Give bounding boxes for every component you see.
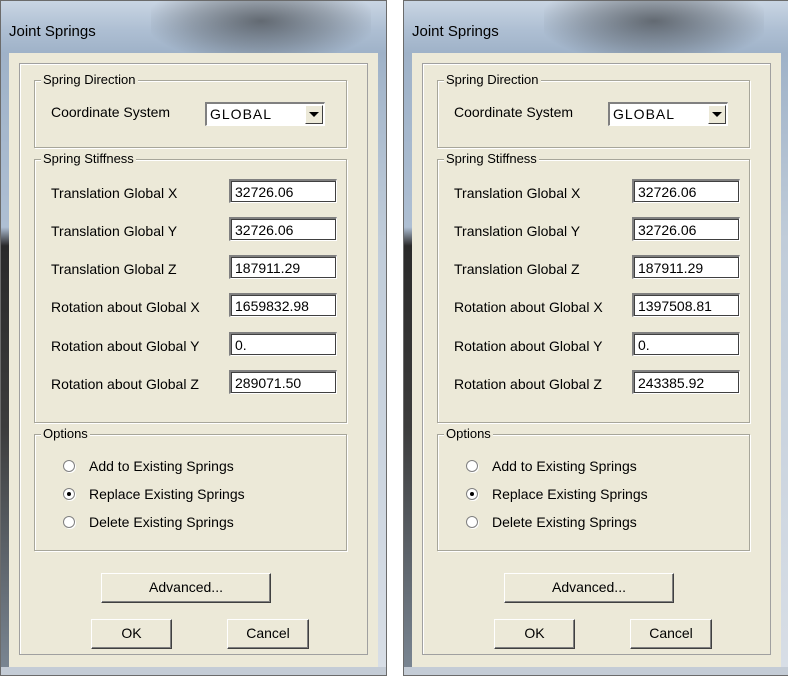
coordinate-system-value: GLOBAL xyxy=(613,106,676,122)
stiffness-label-u2: Translation Global Y xyxy=(454,223,581,239)
window-frame-right xyxy=(378,53,386,675)
stiffness-field-r1[interactable]: 1397508.81 xyxy=(632,293,740,317)
title-bar: Joint Springs xyxy=(404,1,788,53)
options-group: Options Add to Existing Springs Replace … xyxy=(34,426,347,551)
joint-springs-dialog-1: Joint Springs Spring Direction Coordinat… xyxy=(0,0,387,676)
stiffness-label-r2: Rotation about Global Y xyxy=(51,338,200,354)
spring-stiffness-legend: Spring Stiffness xyxy=(444,151,539,167)
stiffness-field-u2[interactable]: 32726.06 xyxy=(632,217,740,241)
spring-direction-group: Spring Direction Coordinate System GLOBA… xyxy=(437,72,750,148)
stiffness-field-r2[interactable]: 0. xyxy=(632,332,740,356)
radio-button-icon[interactable] xyxy=(63,516,75,528)
ok-button[interactable]: OK xyxy=(494,619,575,649)
radio-label: Add to Existing Springs xyxy=(492,458,637,474)
stiffness-label-r2: Rotation about Global Y xyxy=(454,338,603,354)
radio-label: Replace Existing Springs xyxy=(492,486,648,502)
stiffness-field-u1[interactable]: 32726.06 xyxy=(229,179,337,203)
stiffness-label-u1: Translation Global X xyxy=(454,185,581,201)
window-frame-left xyxy=(1,53,9,675)
stiffness-label-r3: Rotation about Global Z xyxy=(454,376,602,392)
spring-direction-legend: Spring Direction xyxy=(444,72,541,88)
stiffness-label-u1: Translation Global X xyxy=(51,185,178,201)
stiffness-label-u2: Translation Global Y xyxy=(51,223,178,239)
stiffness-field-r3[interactable]: 289071.50 xyxy=(229,370,337,394)
radio-delete-existing[interactable]: Delete Existing Springs xyxy=(63,512,234,532)
stiffness-field-r2[interactable]: 0. xyxy=(229,332,337,356)
dialog-client-area: Spring Direction Coordinate System GLOBA… xyxy=(412,53,781,667)
stiffness-field-r3[interactable]: 243385.92 xyxy=(632,370,740,394)
window-frame-right xyxy=(781,53,788,675)
radio-label: Replace Existing Springs xyxy=(89,486,245,502)
radio-add-existing[interactable]: Add to Existing Springs xyxy=(63,456,234,476)
dialog-client-area: Spring Direction Coordinate System GLOBA… xyxy=(9,53,378,667)
window-frame-bottom xyxy=(404,667,788,675)
advanced-button[interactable]: Advanced... xyxy=(101,573,271,603)
coordinate-system-select[interactable]: GLOBAL xyxy=(205,102,325,126)
stiffness-label-r3: Rotation about Global Z xyxy=(51,376,199,392)
radio-button-icon[interactable] xyxy=(63,488,75,500)
advanced-button[interactable]: Advanced... xyxy=(504,573,674,603)
spring-stiffness-group: Spring Stiffness Translation Global X 32… xyxy=(437,151,750,423)
options-legend: Options xyxy=(41,426,90,442)
stiffness-field-u1[interactable]: 32726.06 xyxy=(632,179,740,203)
spring-direction-group: Spring Direction Coordinate System GLOBA… xyxy=(34,72,347,148)
chevron-down-icon[interactable] xyxy=(305,105,323,124)
stiffness-label-u3: Translation Global Z xyxy=(51,261,177,277)
radio-replace-existing[interactable]: Replace Existing Springs xyxy=(466,484,648,504)
dialog-title: Joint Springs xyxy=(412,23,499,40)
cancel-button[interactable]: Cancel xyxy=(227,619,309,649)
radio-label: Delete Existing Springs xyxy=(89,514,234,530)
stiffness-label-r1: Rotation about Global X xyxy=(454,299,603,315)
window-frame-left xyxy=(404,53,412,675)
dialog-title: Joint Springs xyxy=(9,23,96,40)
radio-button-icon[interactable] xyxy=(466,460,478,472)
stiffness-field-u2[interactable]: 32726.06 xyxy=(229,217,337,241)
stiffness-field-r1[interactable]: 1659832.98 xyxy=(229,293,337,317)
window-frame-bottom xyxy=(1,667,386,675)
joint-springs-dialog-2: Joint Springs Spring Direction Coordinat… xyxy=(403,0,788,676)
spring-stiffness-legend: Spring Stiffness xyxy=(41,151,136,167)
radio-button-icon[interactable] xyxy=(63,460,75,472)
spring-stiffness-group: Spring Stiffness Translation Global X 32… xyxy=(34,151,347,423)
coordinate-system-label: Coordinate System xyxy=(454,104,574,120)
radio-replace-existing[interactable]: Replace Existing Springs xyxy=(63,484,245,504)
radio-label: Delete Existing Springs xyxy=(492,514,637,530)
stiffness-field-u3[interactable]: 187911.29 xyxy=(229,255,337,279)
radio-label: Add to Existing Springs xyxy=(89,458,234,474)
radio-delete-existing[interactable]: Delete Existing Springs xyxy=(466,512,637,532)
spring-direction-legend: Spring Direction xyxy=(41,72,138,88)
title-bar-glow xyxy=(151,1,371,53)
options-legend: Options xyxy=(444,426,493,442)
options-group: Options Add to Existing Springs Replace … xyxy=(437,426,750,551)
cancel-button[interactable]: Cancel xyxy=(630,619,712,649)
title-bar: Joint Springs xyxy=(1,1,386,53)
stiffness-label-r1: Rotation about Global X xyxy=(51,299,200,315)
coordinate-system-label: Coordinate System xyxy=(51,104,171,120)
coordinate-system-value: GLOBAL xyxy=(210,106,273,122)
ok-button[interactable]: OK xyxy=(91,619,172,649)
radio-button-icon[interactable] xyxy=(466,488,478,500)
stiffness-label-u3: Translation Global Z xyxy=(454,261,580,277)
stiffness-field-u3[interactable]: 187911.29 xyxy=(632,255,740,279)
radio-add-existing[interactable]: Add to Existing Springs xyxy=(466,456,637,476)
coordinate-system-select[interactable]: GLOBAL xyxy=(608,102,728,126)
title-bar-glow xyxy=(544,1,764,53)
radio-button-icon[interactable] xyxy=(466,516,478,528)
chevron-down-icon[interactable] xyxy=(708,105,726,124)
